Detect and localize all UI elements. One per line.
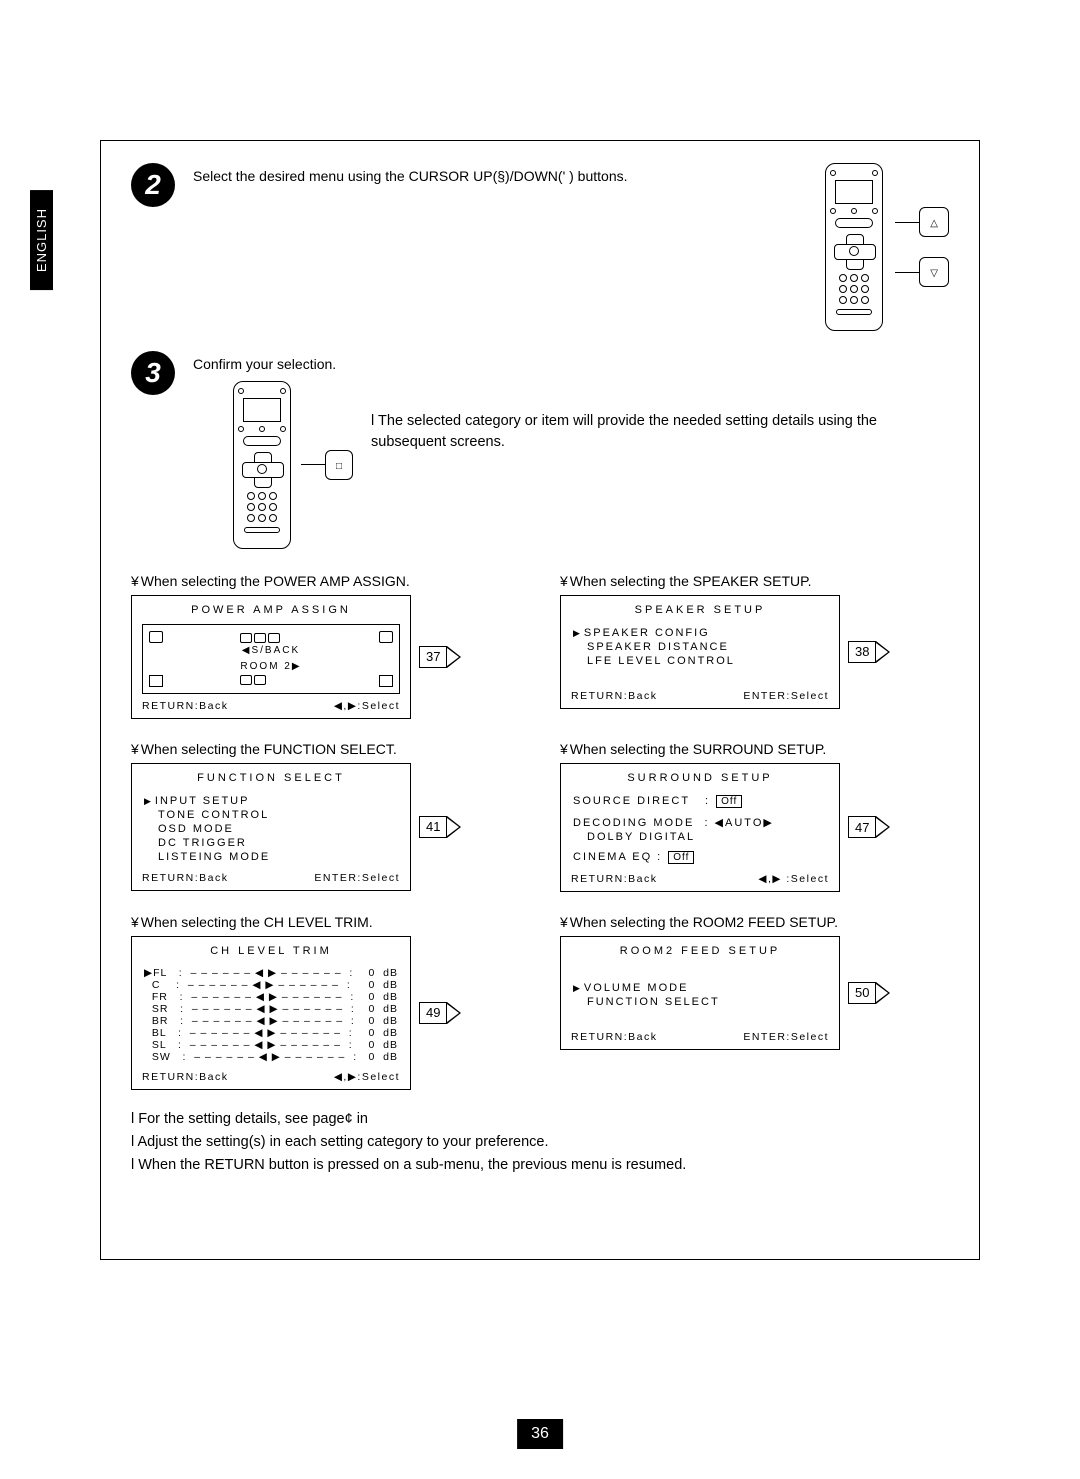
- step-2-row: 2 Select the desired menu using the CURS…: [131, 163, 949, 331]
- caption: When selecting the ROOM2 FEED SETUP.: [560, 914, 949, 930]
- caption: When selecting the FUNCTION SELECT.: [131, 741, 520, 757]
- page-ref: 50: [848, 982, 890, 1004]
- step-3-remote-illustration: □: [233, 381, 353, 549]
- osd-footer-right: ENTER:Select: [743, 690, 829, 702]
- osd-line: ◀S/BACK: [240, 643, 301, 659]
- osd-item: SPEAKER CONFIG: [573, 626, 827, 640]
- osd-item: VOLUME MODE: [573, 981, 827, 995]
- osd-item: OSD MODE: [144, 822, 398, 836]
- page-ref: 41: [419, 816, 461, 838]
- note-line: For the setting details, see page¢ in: [131, 1108, 949, 1131]
- osd-footer-left: RETURN:Back: [571, 873, 658, 885]
- screen-speaker-setup: When selecting the SPEAKER SETUP. SPEAKE…: [560, 573, 949, 719]
- content-frame: 2 Select the desired menu using the CURS…: [100, 140, 980, 1260]
- osd-footer-right: ◀,▶:Select: [334, 700, 400, 712]
- osd-title: SPEAKER SETUP: [571, 604, 829, 616]
- osd-screens-grid: When selecting the POWER AMP ASSIGN. POW…: [131, 573, 949, 1090]
- ch-row: BR : – – – – – – ◀ ▶ – – – – – – :0 dB: [144, 1015, 398, 1027]
- osd-label: SOURCE DIRECT :: [573, 795, 710, 807]
- footnotes: For the setting details, see page¢ in Ad…: [131, 1108, 949, 1178]
- osd-title: CH LEVEL TRIM: [142, 945, 400, 957]
- ch-row: FR : – – – – – – ◀ ▶ – – – – – – :0 dB: [144, 991, 398, 1003]
- screen-power-amp-assign: When selecting the POWER AMP ASSIGN. POW…: [131, 573, 520, 719]
- osd-item: LISTEING MODE: [144, 850, 398, 864]
- remote-icon: [233, 381, 291, 549]
- step-3-badge: 3: [131, 351, 175, 395]
- caption: When selecting the POWER AMP ASSIGN.: [131, 573, 520, 589]
- osd-footer-left: RETURN:Back: [142, 872, 229, 884]
- caption: When selecting the SPEAKER SETUP.: [560, 573, 949, 589]
- screen-room2-feed: When selecting the ROOM2 FEED SETUP. ROO…: [560, 914, 949, 1090]
- osd-panel: POWER AMP ASSIGN ◀S/BACK ROOM 2▶: [131, 595, 411, 719]
- step-2-remote-illustration: △ ▽: [825, 163, 949, 331]
- osd-item: SPEAKER DISTANCE: [573, 640, 827, 654]
- page-ref: 47: [848, 816, 890, 838]
- osd-panel: ROOM2 FEED SETUP VOLUME MODE FUNCTION SE…: [560, 936, 840, 1050]
- note-line: Adjust the setting(s) in each setting ca…: [131, 1131, 949, 1154]
- ch-row: SW : – – – – – – ◀ ▶ – – – – – – :0 dB: [144, 1051, 398, 1063]
- osd-label: DECODING MODE : ◀AUTO▶: [573, 815, 827, 830]
- osd-item: TONE CONTROL: [144, 808, 398, 822]
- osd-footer-left: RETURN:Back: [142, 700, 229, 712]
- remote-icon: [825, 163, 883, 331]
- manual-page: ENGLISH 2 Select the desired menu using …: [0, 0, 1080, 1479]
- osd-panel: SPEAKER SETUP SPEAKER CONFIG SPEAKER DIS…: [560, 595, 840, 709]
- osd-footer-right: ◀,▶ :Select: [758, 873, 829, 885]
- screen-ch-level-trim: When selecting the CH LEVEL TRIM. CH LEV…: [131, 914, 520, 1090]
- page-ref: 38: [848, 641, 890, 663]
- cursor-up-callout: △: [919, 207, 949, 237]
- ch-row: ▶FL : – – – – – – ◀ ▶ – – – – – – :0 dB: [144, 967, 398, 979]
- osd-title: SURROUND SETUP: [571, 772, 829, 784]
- caption: When selecting the CH LEVEL TRIM.: [131, 914, 520, 930]
- note-line: When the RETURN button is pressed on a s…: [131, 1154, 949, 1177]
- screen-function-select: When selecting the FUNCTION SELECT. FUNC…: [131, 741, 520, 892]
- osd-footer-left: RETURN:Back: [571, 690, 658, 702]
- step-2-text: Select the desired menu using the CURSOR…: [193, 163, 787, 187]
- caption: When selecting the SURROUND SETUP.: [560, 741, 949, 757]
- osd-panel: SURROUND SETUP SOURCE DIRECT : Off DECOD…: [560, 763, 840, 892]
- ch-row: SL : – – – – – – ◀ ▶ – – – – – – :0 dB: [144, 1039, 398, 1051]
- osd-footer-right: ENTER:Select: [314, 872, 400, 884]
- page-ref: 49: [419, 1002, 461, 1024]
- osd-line: ROOM 2▶: [240, 659, 301, 675]
- ch-row: SR : – – – – – – ◀ ▶ – – – – – – :0 dB: [144, 1003, 398, 1015]
- osd-item: LFE LEVEL CONTROL: [573, 654, 827, 668]
- screen-surround-setup: When selecting the SURROUND SETUP. SURRO…: [560, 741, 949, 892]
- step-3-text: Confirm your selection.: [193, 351, 353, 375]
- osd-footer-right: ◀,▶:Select: [334, 1071, 400, 1083]
- osd-title: FUNCTION SELECT: [142, 772, 400, 784]
- osd-item: FUNCTION SELECT: [573, 995, 827, 1009]
- enter-callout: □: [325, 450, 353, 480]
- page-ref: 37: [419, 646, 461, 668]
- ch-row: C : – – – – – – ◀ ▶ – – – – – – :0 dB: [144, 979, 398, 991]
- osd-footer-left: RETURN:Back: [571, 1031, 658, 1043]
- cursor-down-callout: ▽: [919, 257, 949, 287]
- osd-item: DC TRIGGER: [144, 836, 398, 850]
- ch-row: BL : – – – – – – ◀ ▶ – – – – – – :0 dB: [144, 1027, 398, 1039]
- osd-footer-left: RETURN:Back: [142, 1071, 229, 1083]
- page-number: 36: [517, 1419, 563, 1449]
- osd-value: Off: [668, 851, 694, 864]
- language-tab: ENGLISH: [30, 190, 53, 290]
- osd-item: INPUT SETUP: [144, 794, 398, 808]
- osd-title: POWER AMP ASSIGN: [142, 604, 400, 616]
- step-3-info: The selected category or item will provi…: [371, 351, 949, 453]
- step-2-badge: 2: [131, 163, 175, 207]
- osd-value: Off: [716, 795, 742, 808]
- osd-label: CINEMA EQ :: [573, 851, 662, 863]
- osd-footer-right: ENTER:Select: [743, 1031, 829, 1043]
- osd-panel: CH LEVEL TRIM ▶FL : – – – – – – ◀ ▶ – – …: [131, 936, 411, 1090]
- osd-sub: DOLBY DIGITAL: [573, 830, 827, 844]
- osd-title: ROOM2 FEED SETUP: [571, 945, 829, 957]
- osd-panel: FUNCTION SELECT INPUT SETUP TONE CONTROL…: [131, 763, 411, 891]
- step-3-row: 3 Confirm your selection. □: [131, 351, 949, 549]
